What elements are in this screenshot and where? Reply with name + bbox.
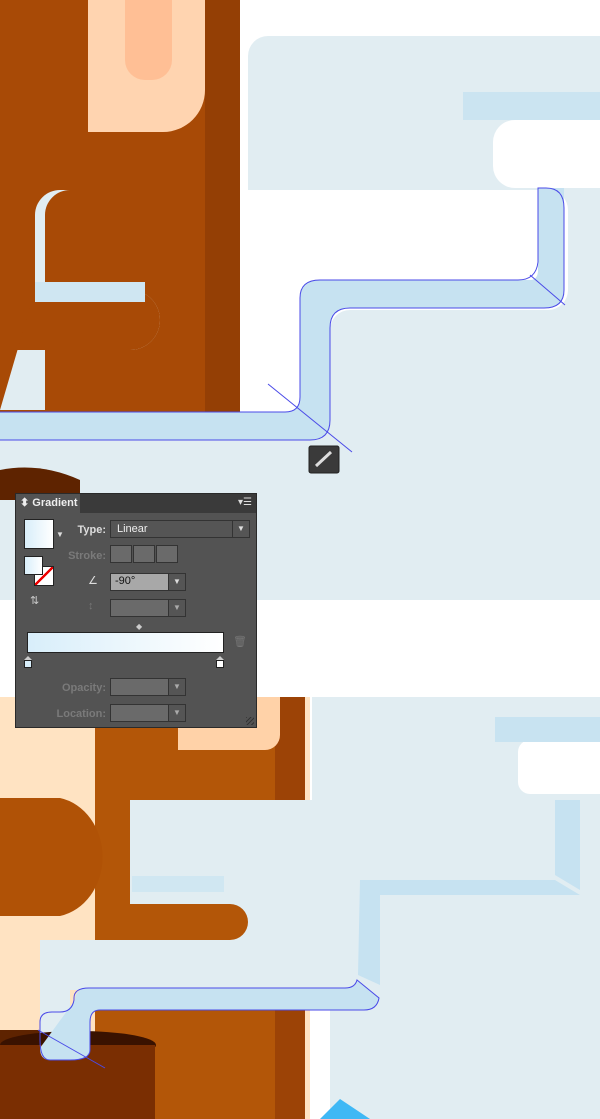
gradient-tab[interactable]: ⬍ Gradient xyxy=(16,494,80,513)
aspect-ratio-field[interactable]: ▼ xyxy=(110,599,186,617)
fill-swatch[interactable] xyxy=(24,556,43,575)
stroke-label: Stroke: xyxy=(68,550,106,562)
angle-icon: ∠ xyxy=(88,575,98,587)
fill-stroke-swatch[interactable] xyxy=(24,556,54,586)
chevron-down-icon[interactable]: ▼ xyxy=(168,705,185,721)
angle-field[interactable]: -90° ▼ xyxy=(110,573,186,591)
type-select[interactable]: Linear ▼ xyxy=(110,520,250,538)
gradient-tool-cursor xyxy=(308,445,340,474)
panel-menu-icon[interactable]: ▾☰ xyxy=(238,497,252,508)
location-field[interactable]: ▼ xyxy=(110,704,186,722)
chevron-down-icon[interactable]: ▼ xyxy=(168,600,185,616)
gradient-fill-swatch[interactable] xyxy=(24,519,54,549)
delete-stop-icon[interactable]: 🗑 xyxy=(233,635,247,648)
opacity-label: Opacity: xyxy=(61,682,106,694)
midpoint-diamond[interactable]: ◆ xyxy=(136,622,142,631)
gradient-panel: ⬍ Gradient ▾☰ ▼ ⇅ Type: Linear ▼ Stroke: … xyxy=(15,493,257,728)
swatch-dropdown-icon[interactable]: ▼ xyxy=(56,530,64,539)
stroke-within-button[interactable] xyxy=(110,545,132,563)
stroke-along-button[interactable] xyxy=(133,545,155,563)
location-label: Location: xyxy=(56,708,107,720)
chevron-down-icon[interactable]: ▼ xyxy=(232,521,249,537)
type-value: Linear xyxy=(117,523,148,535)
gradient-slider[interactable] xyxy=(27,632,224,653)
stroke-across-button[interactable] xyxy=(156,545,178,563)
panel-title: Gradient xyxy=(32,497,78,509)
angle-value: -90° xyxy=(115,575,136,587)
aspect-ratio-icon: ↕ xyxy=(88,600,94,612)
opacity-field[interactable]: ▼ xyxy=(110,678,186,696)
resize-grip[interactable] xyxy=(246,717,254,725)
gradient-stop-start[interactable] xyxy=(24,652,32,668)
reverse-gradient-icon[interactable]: ⇅ xyxy=(30,594,39,607)
chevron-down-icon[interactable]: ▼ xyxy=(168,574,185,590)
bottom-illustration xyxy=(0,697,600,1119)
gradient-stop-end[interactable] xyxy=(216,652,224,668)
panel-tab-bar: ⬍ Gradient ▾☰ xyxy=(16,494,256,513)
type-label: Type: xyxy=(77,524,106,536)
chevron-down-icon[interactable]: ▼ xyxy=(168,679,185,695)
